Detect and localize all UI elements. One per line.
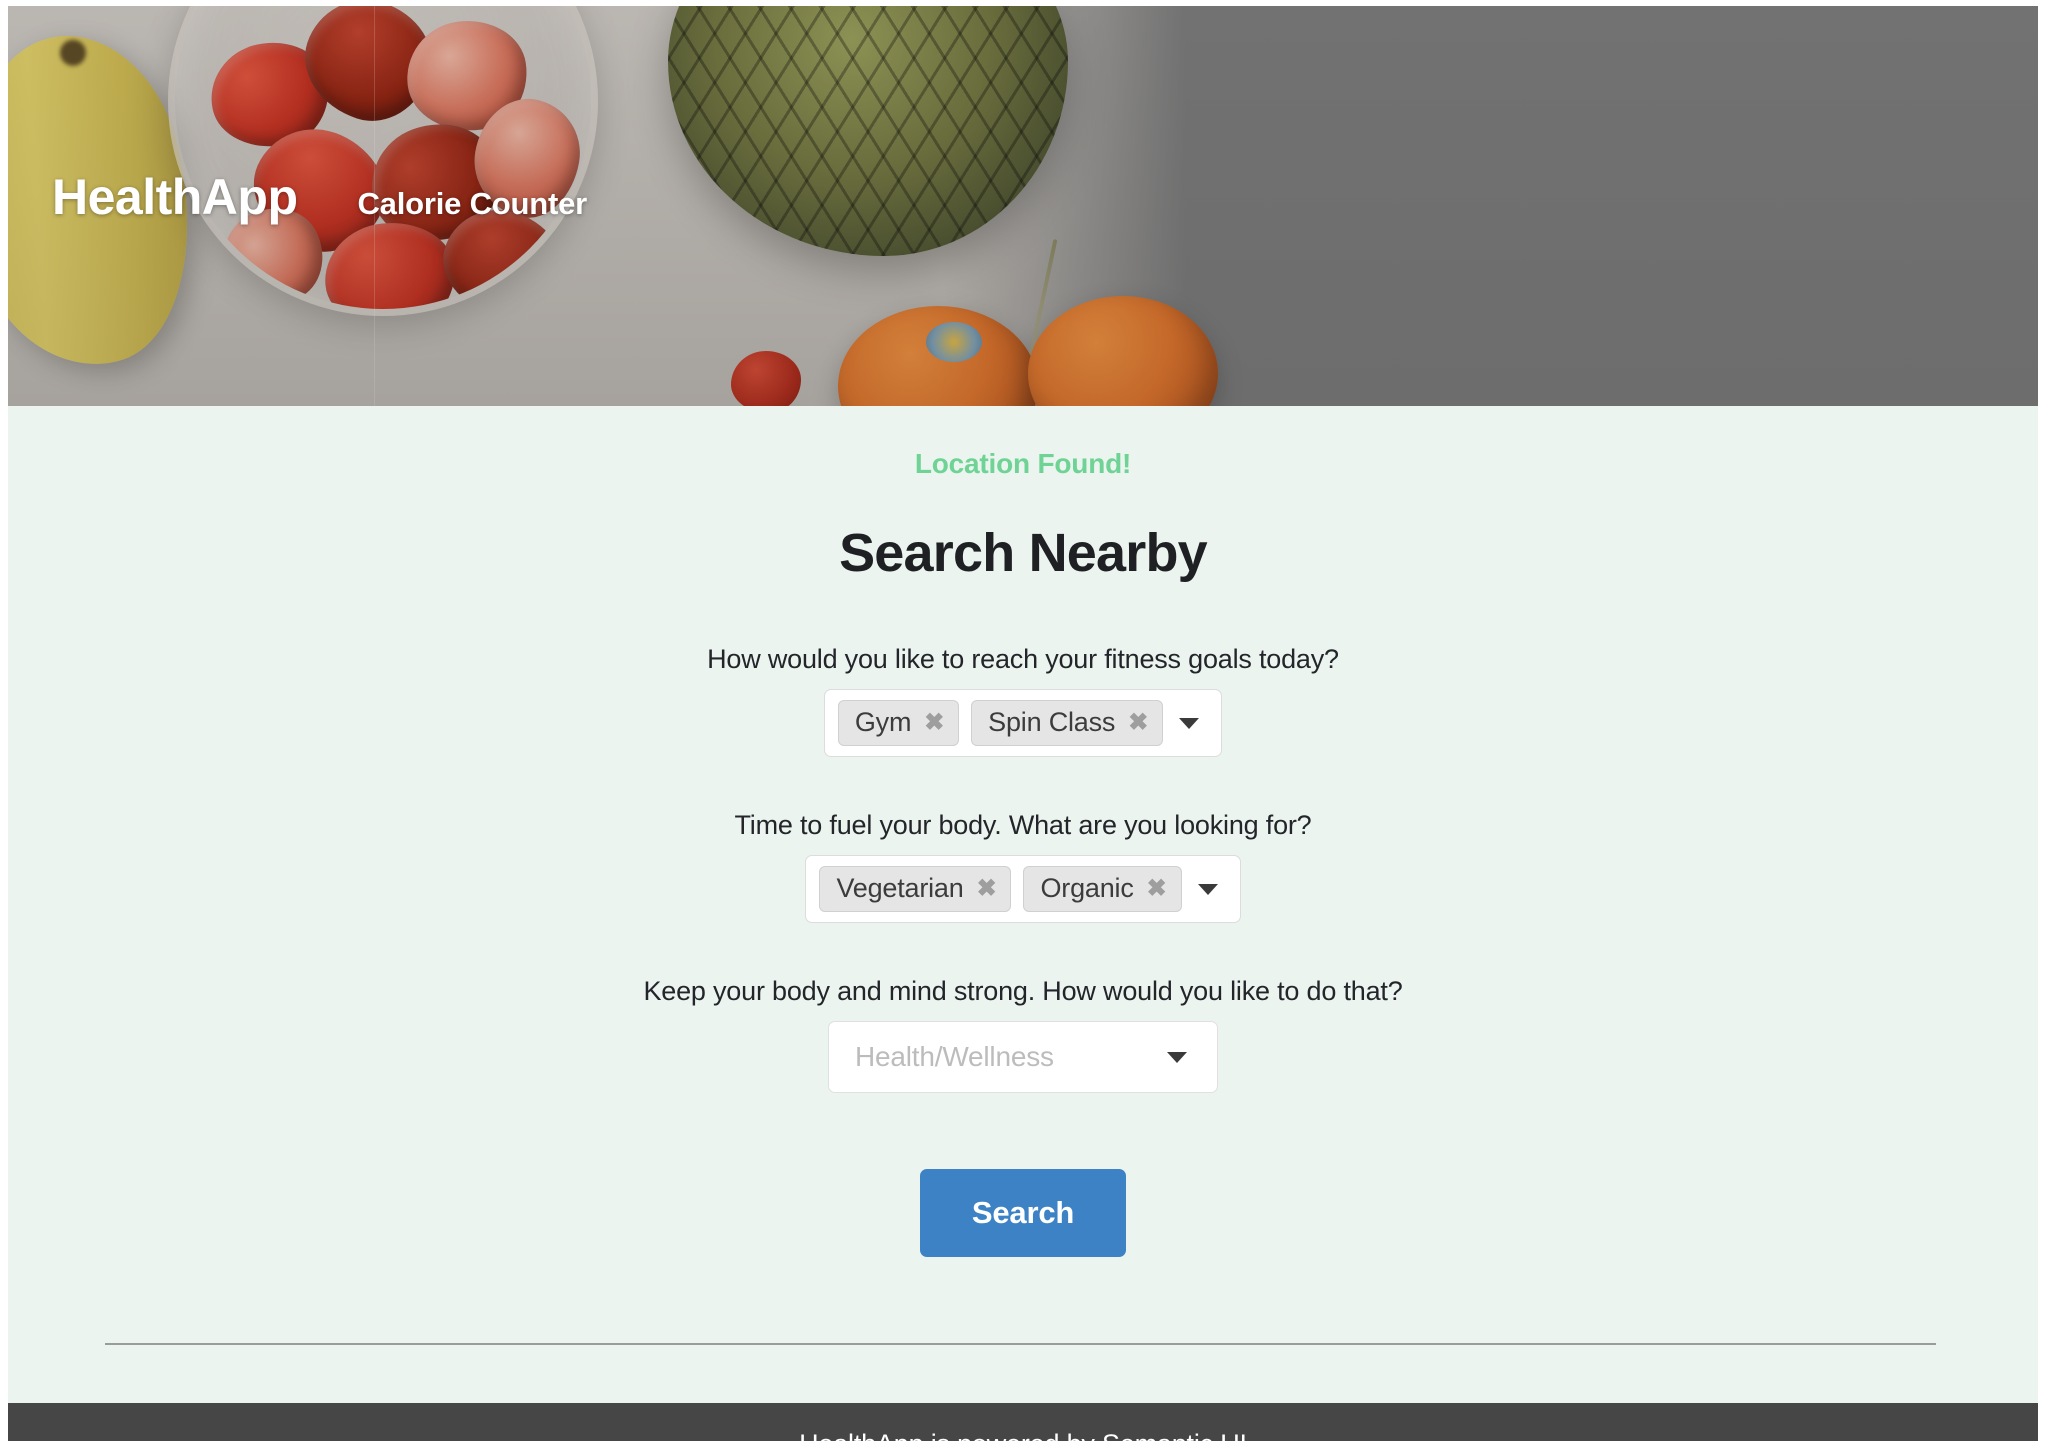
wellness-select[interactable]: Health/Wellness [828,1021,1218,1093]
hero-banner: HealthApp Calorie Counter [8,6,2038,406]
fitness-multiselect[interactable]: Gym ✖ Spin Class ✖ [823,689,1223,757]
page-footer: HealthApp is powered by Semantic UI [8,1403,2038,1441]
tag-organic-label: Organic [1040,873,1134,903]
remove-icon[interactable]: ✖ [1128,710,1148,735]
location-status-text: Location Found! [914,448,1132,479]
app-brand-title: HealthApp [52,169,298,225]
search-button-row: Search [8,1169,2038,1257]
chevron-down-icon[interactable] [1167,1051,1187,1063]
tag-gym-label: Gym [854,707,912,737]
tag-spin-class[interactable]: Spin Class ✖ [971,700,1164,746]
remove-icon[interactable]: ✖ [977,876,997,901]
remove-icon[interactable]: ✖ [1147,876,1167,901]
page-title: Search Nearby [839,523,1208,583]
field-label-wellness: Keep your body and mind strong. How woul… [643,976,1403,1006]
page-root: HealthApp Calorie Counter Location Found… [0,0,2047,1441]
wellness-select-placeholder: Health/Wellness [855,1041,1054,1072]
main-content: Location Found! Search Nearby How would … [8,406,2038,1403]
app-subtitle: Calorie Counter [357,186,588,221]
hero-title-block: HealthApp Calorie Counter [52,172,587,222]
section-divider [105,1343,1936,1345]
field-label-fitness: How would you like to reach your fitness… [707,644,1339,674]
tag-organic[interactable]: Organic ✖ [1023,866,1182,912]
tag-gym[interactable]: Gym ✖ [837,700,960,746]
field-group-food: Time to fuel your body. What are you loo… [8,810,2038,923]
footer-text: HealthApp is powered by Semantic UI [799,1429,1247,1441]
chevron-down-icon[interactable] [1179,717,1200,729]
field-label-food: Time to fuel your body. What are you loo… [734,810,1312,840]
search-button[interactable]: Search [919,1169,1127,1257]
tag-spin-class-label: Spin Class [988,707,1116,737]
chevron-down-icon[interactable] [1197,883,1218,895]
field-group-fitness: How would you like to reach your fitness… [8,644,2038,757]
tag-vegetarian[interactable]: Vegetarian ✖ [819,866,1012,912]
food-multiselect[interactable]: Vegetarian ✖ Organic ✖ [805,855,1241,923]
field-group-wellness: Keep your body and mind strong. How woul… [8,976,2038,1093]
remove-icon[interactable]: ✖ [924,710,944,735]
tag-vegetarian-label: Vegetarian [836,873,964,903]
